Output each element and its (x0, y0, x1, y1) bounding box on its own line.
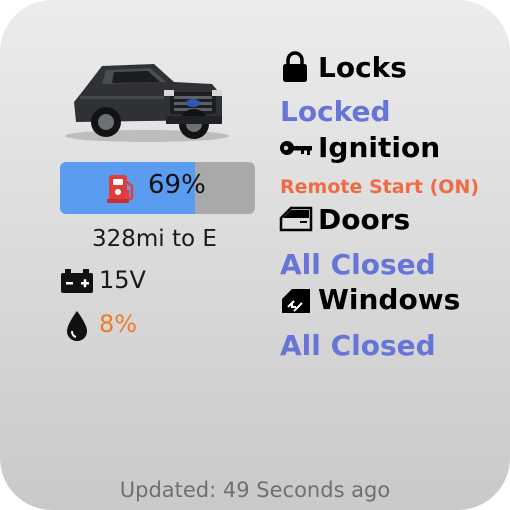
vehicle-widget[interactable]: 69% 328mi to E 15V 8% Locks Locked Ignit… (0, 0, 510, 510)
windows-title: Windows (318, 283, 461, 316)
doors-title: Doors (318, 203, 411, 236)
fuel-pump-icon (107, 175, 134, 203)
window-icon (282, 289, 310, 313)
ignition-title: Ignition (318, 131, 441, 164)
fuel-percentage: 69% (148, 170, 206, 200)
fuel-range: 328mi to E (92, 226, 217, 252)
doors-value: All Closed (280, 248, 436, 281)
locks-value: Locked (280, 95, 391, 128)
door-icon (279, 206, 313, 232)
battery-icon (61, 269, 93, 293)
key-icon (280, 141, 312, 155)
oil-life: 8% (99, 310, 138, 338)
lock-icon (283, 51, 307, 82)
battery-voltage: 15V (99, 266, 146, 294)
windows-value: All Closed (280, 329, 436, 362)
last-updated: Updated: 49 Seconds ago (119, 478, 391, 502)
truck-image (65, 64, 229, 142)
oil-drop-icon (67, 311, 87, 341)
ignition-value: Remote Start (ON) (280, 176, 480, 198)
locks-title: Locks (318, 51, 407, 84)
